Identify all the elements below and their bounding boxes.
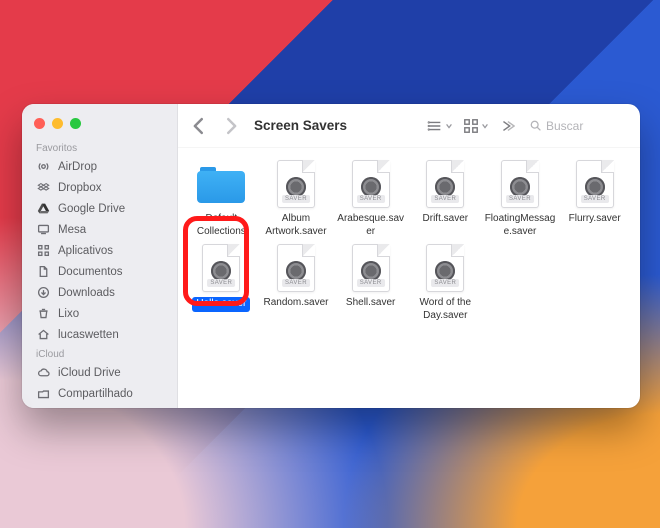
sidebar-item-label: lucaswetten <box>58 329 119 341</box>
trash-icon <box>36 307 50 321</box>
sidebar-item-aplicativos[interactable]: Aplicativos <box>22 240 177 261</box>
documents-icon <box>36 265 50 279</box>
file-item[interactable]: SAVER Flurry.saver <box>558 158 632 238</box>
view-list-button[interactable] <box>425 115 455 137</box>
saver-file-icon: SAVER <box>421 242 469 294</box>
file-item[interactable]: SAVER Shell.saver <box>334 242 408 322</box>
saver-file-icon: SAVER <box>272 158 320 210</box>
window-title: Screen Savers <box>254 118 347 133</box>
sidebar-item-downloads[interactable]: Downloads <box>22 282 177 303</box>
finder-window: Favoritos AirDrop Dropbox Google Drive Mesa A… <box>22 104 640 408</box>
file-name-label: Shell.saver <box>346 297 395 310</box>
sidebar-item-label: Compartilhado <box>58 388 133 400</box>
toolbar-overflow-button[interactable] <box>497 116 517 136</box>
file-item[interactable]: SAVER FloatingMessage.saver <box>483 158 557 238</box>
sidebar-item-lucaswetten[interactable]: lucaswetten <box>22 324 177 345</box>
search-field[interactable] <box>527 117 628 135</box>
gdrive-icon <box>36 202 50 216</box>
view-grid-button[interactable] <box>461 115 491 137</box>
sidebar-item-lixo[interactable]: Lixo <box>22 303 177 324</box>
file-type-tag: SAVER <box>282 279 310 287</box>
sidebar-item-label: Dropbox <box>58 182 101 194</box>
file-item[interactable]: SAVER Album Artwork.saver <box>259 158 333 238</box>
sidebar-item-dropbox[interactable]: Dropbox <box>22 177 177 198</box>
folder-icon <box>197 158 245 210</box>
file-type-tag: SAVER <box>357 279 385 287</box>
sidebar-section-title: Localizações <box>22 404 177 408</box>
sidebar-item-label: iCloud Drive <box>58 367 121 379</box>
sidebar-item-label: Downloads <box>58 287 115 299</box>
sidebar-item-label: Lixo <box>58 308 79 320</box>
file-type-tag: SAVER <box>431 195 459 203</box>
sidebar-item-documentos[interactable]: Documentos <box>22 261 177 282</box>
sidebar-item-airdrop[interactable]: AirDrop <box>22 156 177 177</box>
saver-file-icon: SAVER <box>272 242 320 294</box>
downloads-icon <box>36 286 50 300</box>
file-name-label: Drift.saver <box>423 213 469 226</box>
sidebar-section-title: Favoritos <box>22 139 177 156</box>
nav-forward-button[interactable] <box>220 115 242 137</box>
file-name-label: Arabesque.saver <box>335 213 407 238</box>
saver-file-icon: SAVER <box>347 242 395 294</box>
annotation-highlight <box>183 216 249 306</box>
dropbox-icon <box>36 181 50 195</box>
sidebar-item-icloud-drive[interactable]: iCloud Drive <box>22 362 177 383</box>
file-name-label: Word of the Day.saver <box>409 297 481 322</box>
maximize-window-button[interactable] <box>70 118 81 129</box>
nav-back-button[interactable] <box>188 115 210 137</box>
file-item[interactable]: SAVER Word of the Day.saver <box>408 242 482 322</box>
traffic-lights <box>22 112 177 139</box>
file-name-label: Random.saver <box>263 297 328 310</box>
home-icon <box>36 328 50 342</box>
saver-file-icon: SAVER <box>347 158 395 210</box>
file-type-tag: SAVER <box>506 195 534 203</box>
sidebar: Favoritos AirDrop Dropbox Google Drive Mesa A… <box>22 104 178 408</box>
file-item[interactable]: SAVER Drift.saver <box>408 158 482 238</box>
sidebar-item-label: Documentos <box>58 266 123 278</box>
file-type-tag: SAVER <box>431 279 459 287</box>
chevron-down-icon <box>445 117 453 135</box>
chevron-down-icon <box>481 117 489 135</box>
sidebar-section-title: iCloud <box>22 345 177 362</box>
sidebar-item-label: AirDrop <box>58 161 97 173</box>
file-type-tag: SAVER <box>581 195 609 203</box>
sidebar-item-label: Aplicativos <box>58 245 113 257</box>
search-icon <box>529 119 542 132</box>
file-name-label: Flurry.saver <box>569 213 621 226</box>
search-input[interactable] <box>546 119 626 133</box>
sidebar-item-label: Mesa <box>58 224 86 236</box>
saver-file-icon: SAVER <box>571 158 619 210</box>
saver-file-icon: SAVER <box>496 158 544 210</box>
toolbar: Screen Savers <box>178 104 640 148</box>
file-item[interactable]: SAVER Random.saver <box>259 242 333 322</box>
icloud-icon <box>36 366 50 380</box>
file-name-label: Album Artwork.saver <box>260 213 332 238</box>
saver-file-icon: SAVER <box>421 158 469 210</box>
file-name-label: FloatingMessage.saver <box>484 213 556 238</box>
sidebar-item-mesa[interactable]: Mesa <box>22 219 177 240</box>
minimize-window-button[interactable] <box>52 118 63 129</box>
sidebar-item-label: Google Drive <box>58 203 125 215</box>
airdrop-icon <box>36 160 50 174</box>
file-item[interactable]: SAVER Arabesque.saver <box>334 158 408 238</box>
desktop-icon <box>36 223 50 237</box>
shared-icon <box>36 387 50 401</box>
close-window-button[interactable] <box>34 118 45 129</box>
file-type-tag: SAVER <box>282 195 310 203</box>
sidebar-item-compartilhado[interactable]: Compartilhado <box>22 383 177 404</box>
sidebar-item-google-drive[interactable]: Google Drive <box>22 198 177 219</box>
file-type-tag: SAVER <box>357 195 385 203</box>
apps-icon <box>36 244 50 258</box>
